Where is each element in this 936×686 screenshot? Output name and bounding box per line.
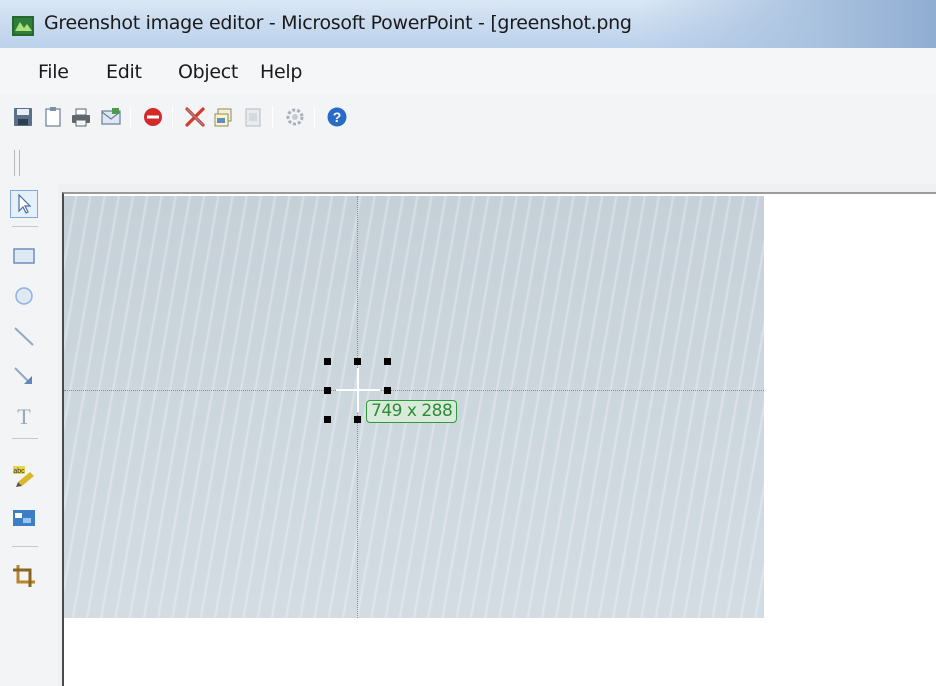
greenshot-app-icon (12, 16, 34, 36)
svg-text:?: ? (333, 109, 342, 125)
selection-size-label: 749 x 288 (366, 400, 458, 423)
resize-handle[interactable] (354, 416, 361, 423)
email-icon[interactable] (100, 106, 122, 128)
tool-ellipse[interactable] (10, 282, 38, 310)
tool-crop[interactable] (10, 562, 38, 590)
resize-handle[interactable] (384, 358, 391, 365)
tool-obfuscate[interactable] (10, 504, 38, 532)
toolbar-separator (272, 106, 273, 128)
menu-object[interactable]: Object (178, 61, 238, 83)
tool-arrow[interactable] (10, 362, 38, 390)
tool-column: T abc (0, 184, 58, 686)
toolbar-separator (172, 106, 173, 128)
tool-line[interactable] (10, 322, 38, 350)
tool-text[interactable]: T (10, 402, 38, 430)
ellipse-icon (15, 287, 33, 305)
copy-icon[interactable] (212, 106, 234, 128)
toolbar-separator (130, 106, 131, 128)
menu-help[interactable]: Help (260, 61, 302, 83)
resize-handle[interactable] (324, 387, 331, 394)
cut-icon[interactable] (184, 106, 206, 128)
resize-handle[interactable] (354, 358, 361, 365)
clipboard-icon[interactable] (42, 106, 64, 128)
toolbar-separator (314, 106, 315, 128)
cursor-icon (18, 193, 32, 214)
tool-highlight[interactable]: abc (10, 462, 38, 490)
tool-separator (12, 438, 38, 439)
paste-icon[interactable] (242, 106, 264, 128)
menu-file[interactable]: File (38, 61, 69, 83)
window-title: Greenshot image editor - Microsoft Power… (44, 12, 632, 34)
svg-text:T: T (17, 404, 31, 429)
toolbar: ? (0, 94, 936, 142)
menu-bar: File Edit Object Help (0, 48, 936, 94)
toolbar-grip[interactable] (14, 150, 20, 176)
help-icon[interactable]: ? (326, 106, 348, 128)
tool-separator (12, 226, 38, 227)
title-bar: Greenshot image editor - Microsoft Power… (0, 0, 936, 48)
horizontal-guide-line (64, 390, 764, 391)
arrow-icon (14, 367, 32, 384)
tool-separator (12, 546, 38, 547)
crosshair-cursor-horizontal (336, 389, 380, 391)
resize-handle[interactable] (384, 387, 391, 394)
resize-handle[interactable] (324, 358, 331, 365)
tool-select[interactable] (10, 190, 38, 218)
tool-rectangle[interactable] (10, 242, 38, 270)
menu-edit[interactable]: Edit (106, 61, 142, 83)
properties-toolbar (0, 142, 936, 184)
rectangle-icon (13, 248, 35, 264)
settings-icon[interactable] (284, 106, 306, 128)
obfuscate-icon (13, 510, 35, 526)
print-icon[interactable] (70, 106, 92, 128)
text-icon: T (17, 404, 31, 429)
close-icon[interactable] (142, 106, 164, 128)
highlight-icon: abc (13, 466, 34, 487)
save-icon[interactable] (12, 106, 34, 128)
line-icon (14, 327, 34, 346)
resize-handle[interactable] (324, 416, 331, 423)
crop-icon (13, 565, 35, 587)
title-bar-glass (640, 0, 936, 48)
svg-text:abc: abc (13, 468, 25, 475)
